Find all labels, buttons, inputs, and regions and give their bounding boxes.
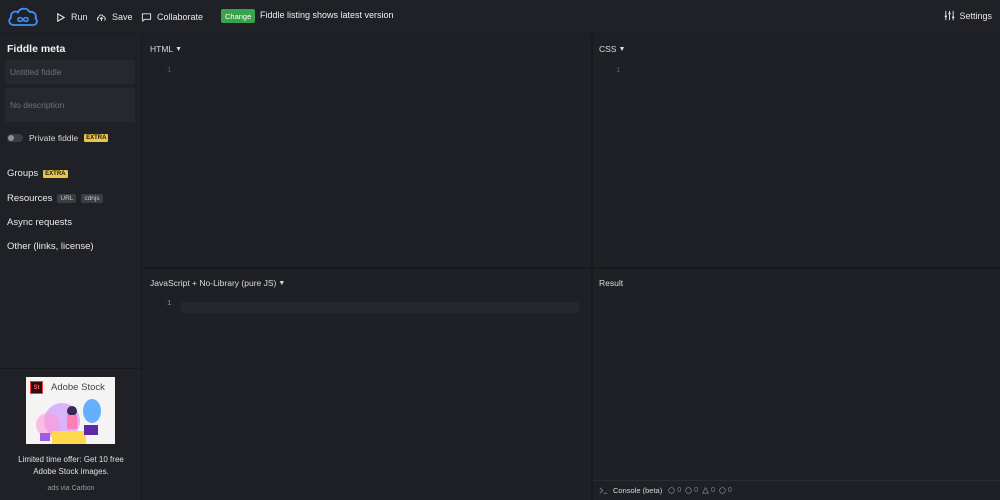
extra-tag: EXTRA: [43, 169, 68, 178]
ad-illustration-icon: [36, 399, 101, 444]
settings-label: Settings: [959, 10, 992, 21]
jsfiddle-cloud-logo-icon[interactable]: [6, 4, 40, 30]
collaborate-button[interactable]: Collaborate: [141, 9, 203, 25]
html-language-selector[interactable]: HTML ▼: [150, 44, 182, 54]
css-label: CSS: [599, 44, 617, 54]
html-editor-panel[interactable]: HTML ▼ 1: [143, 35, 591, 267]
chat-bubble-icon: [141, 12, 152, 22]
ad-image[interactable]: St Adobe Stock: [26, 377, 115, 444]
caret-down-icon: ▼: [278, 279, 286, 287]
console-warning-count[interactable]: 0: [702, 487, 715, 494]
ads-via-carbon-link[interactable]: ads via Carbon: [0, 485, 142, 492]
private-fiddle-label: Private fiddle: [29, 133, 79, 143]
console-bar[interactable]: Console (beta) 0 0 0 0: [593, 480, 1000, 500]
ad-text[interactable]: Limited time offer: Get 10 free Adobe St…: [6, 454, 136, 478]
settings-button[interactable]: Settings: [944, 10, 992, 21]
line-number: 1: [167, 300, 172, 308]
url-tag[interactable]: URL: [57, 194, 77, 203]
resources-label: Resources: [7, 193, 53, 204]
fiddle-title-input[interactable]: [5, 60, 135, 84]
save-button[interactable]: Save: [96, 9, 133, 25]
cloud-upload-icon: [96, 13, 106, 21]
active-line-highlight: [181, 302, 579, 313]
js-label: JavaScript + No-Library (pure JS): [150, 278, 277, 288]
groups-label: Groups: [7, 168, 39, 179]
sidebar-item-resources[interactable]: Resources URL cdnjs: [7, 193, 103, 204]
console-info-count[interactable]: 0: [668, 487, 681, 494]
carbon-ad: St Adobe Stock Limited time offer: Get 1…: [0, 368, 142, 500]
collaborate-label: Collaborate: [157, 12, 204, 22]
error-circle-icon: [719, 487, 726, 494]
adobe-stock-logo-icon: St: [30, 381, 43, 394]
console-label: Console (beta): [613, 486, 663, 495]
sidebar-item-other[interactable]: Other (links, license): [7, 241, 94, 252]
sidebar-title: Fiddle meta: [7, 43, 66, 55]
play-icon: [57, 12, 66, 22]
error-count: 0: [727, 487, 732, 494]
line-number: 1: [167, 67, 172, 75]
info-circle-icon: [668, 487, 675, 494]
warning-triangle-icon: [702, 487, 710, 494]
log-circle-icon: [685, 487, 692, 494]
change-badge-button[interactable]: Change: [221, 9, 256, 23]
save-label: Save: [112, 12, 133, 22]
result-panel[interactable]: Result: [593, 269, 1000, 480]
extra-tag: EXTRA: [84, 134, 109, 142]
other-label: Other (links, license): [7, 241, 94, 252]
listing-notice: Fiddle listing shows latest version: [260, 10, 394, 20]
fiddle-meta-sidebar: Fiddle meta Private fiddle EXTRA Groups …: [0, 35, 142, 500]
ad-brand: Adobe Stock: [51, 382, 105, 393]
sidebar-item-async-requests[interactable]: Async requests: [7, 217, 72, 228]
caret-down-icon: ▼: [618, 45, 626, 53]
terminal-prompt-icon: [599, 487, 608, 494]
async-label: Async requests: [7, 217, 72, 228]
cdnjs-tag[interactable]: cdnjs: [81, 194, 103, 203]
fiddle-description-input[interactable]: [5, 88, 135, 122]
caret-down-icon: ▼: [175, 45, 183, 53]
info-count: 0: [677, 487, 682, 494]
top-bar: Run Save Collaborate Change Fiddle listi…: [0, 0, 1000, 34]
css-editor-panel[interactable]: CSS ▼ 1: [593, 35, 1000, 267]
html-label: HTML: [150, 44, 174, 54]
css-language-selector[interactable]: CSS ▼: [599, 44, 625, 54]
sidebar-item-groups[interactable]: Groups EXTRA: [7, 168, 68, 179]
private-fiddle-row[interactable]: Private fiddle EXTRA: [7, 133, 109, 143]
line-number: 1: [616, 67, 621, 75]
sliders-icon: [945, 10, 955, 21]
result-label: Result: [599, 278, 624, 288]
run-button[interactable]: Run: [55, 9, 88, 25]
console-log-count[interactable]: 0: [685, 487, 698, 494]
run-label: Run: [71, 12, 88, 22]
js-language-selector[interactable]: JavaScript + No-Library (pure JS) ▼: [150, 278, 285, 288]
warning-count: 0: [711, 487, 715, 494]
log-count: 0: [694, 487, 699, 494]
private-fiddle-toggle[interactable]: [7, 134, 23, 142]
console-error-count[interactable]: 0: [719, 487, 732, 494]
js-editor-panel[interactable]: JavaScript + No-Library (pure JS) ▼ 1: [143, 269, 591, 500]
